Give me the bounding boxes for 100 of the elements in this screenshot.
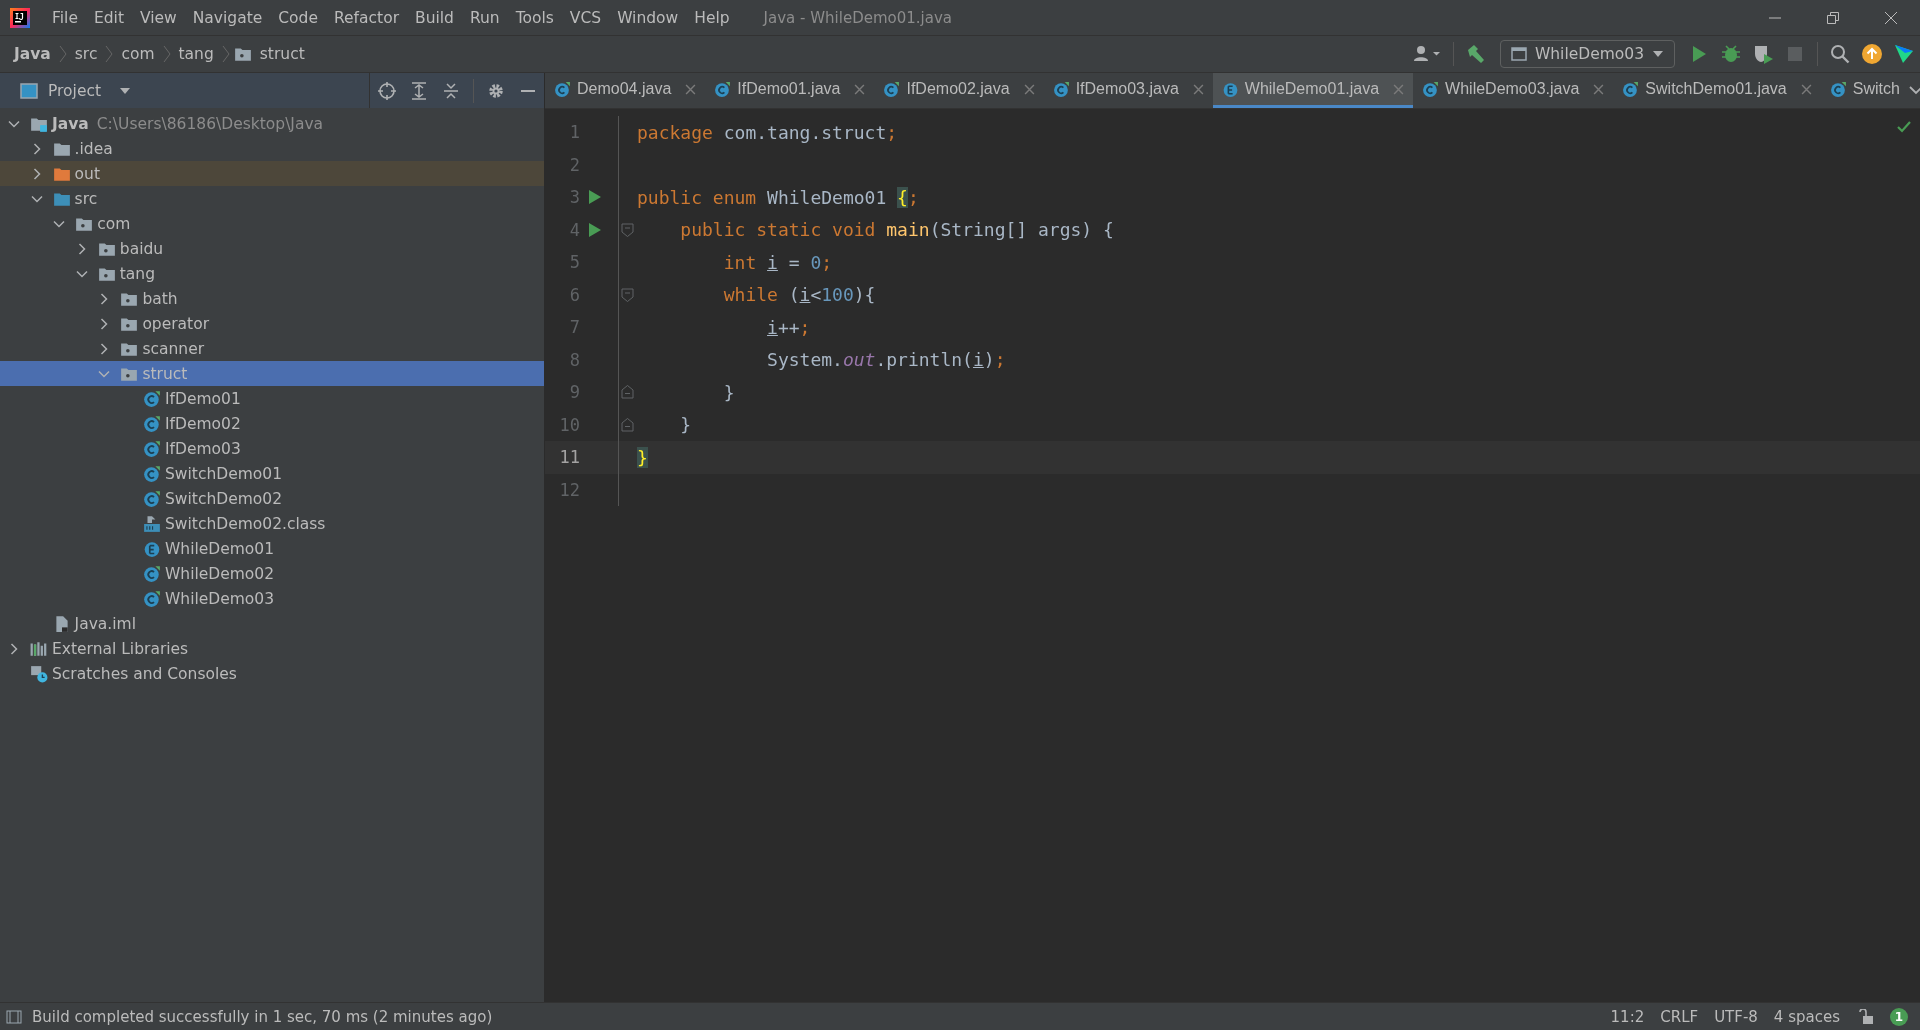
code-text: public static void main(String[] args) { bbox=[679, 219, 1114, 241]
tree-item[interactable]: SwitchDemo01 bbox=[0, 461, 544, 486]
tree-item[interactable]: com bbox=[0, 211, 544, 236]
locate-icon[interactable] bbox=[378, 81, 396, 100]
editor-tab[interactable]: IfDemo02.java bbox=[874, 73, 1044, 108]
update-icon[interactable] bbox=[1861, 43, 1883, 65]
tree-item[interactable]: Java.iml bbox=[0, 611, 544, 636]
tree-item[interactable]: src bbox=[0, 186, 544, 211]
class-icon bbox=[554, 80, 571, 98]
breadcrumb[interactable]: struct bbox=[255, 45, 309, 63]
menu-item[interactable]: Build bbox=[407, 8, 462, 27]
bug-icon[interactable] bbox=[1720, 43, 1742, 65]
class-icon bbox=[143, 439, 161, 458]
status-item[interactable]: 11:2 bbox=[1610, 1007, 1645, 1026]
line-number: 8 bbox=[568, 349, 580, 370]
tree-item[interactable]: WhileDemo01 bbox=[0, 536, 544, 561]
menu-item[interactable]: Tools bbox=[507, 8, 562, 27]
tree-item[interactable]: WhileDemo03 bbox=[0, 586, 544, 611]
breadcrumb[interactable]: com bbox=[117, 45, 159, 63]
breadcrumb[interactable]: tang bbox=[174, 45, 218, 63]
tree-item[interactable]: out bbox=[0, 161, 544, 186]
editor-tab[interactable]: SwitchDemo01.java bbox=[1613, 73, 1821, 108]
code-text: package com.tang.struct; bbox=[637, 121, 898, 143]
breadcrumb[interactable]: src bbox=[70, 45, 102, 63]
tree-item[interactable]: scanner bbox=[0, 336, 544, 361]
line-number: 3 bbox=[568, 187, 580, 208]
close-icon[interactable] bbox=[1593, 83, 1605, 95]
tree-item[interactable]: IfDemo03 bbox=[0, 436, 544, 461]
menu-item[interactable]: Window bbox=[609, 8, 687, 27]
menu-item[interactable]: Navigate bbox=[184, 8, 271, 27]
settings-icon[interactable] bbox=[487, 81, 505, 100]
tree-item[interactable]: baidu bbox=[0, 236, 544, 261]
run-icon[interactable] bbox=[588, 189, 602, 206]
caret-icon bbox=[1652, 50, 1664, 58]
chevron-right-icon bbox=[162, 45, 171, 63]
tree-item[interactable]: External Libraries bbox=[0, 636, 544, 661]
restore-icon[interactable] bbox=[1826, 10, 1840, 25]
run-icon[interactable] bbox=[588, 221, 602, 238]
breadcrumb[interactable]: Java bbox=[10, 45, 55, 63]
enum-icon bbox=[143, 539, 161, 558]
close-icon[interactable] bbox=[1192, 83, 1204, 95]
menu-item[interactable]: Run bbox=[461, 8, 508, 27]
panel-toggle-icon[interactable] bbox=[6, 1009, 22, 1024]
status-item[interactable]: UTF-8 bbox=[1714, 1007, 1758, 1026]
enum-icon bbox=[1221, 80, 1239, 98]
close-icon[interactable] bbox=[1800, 83, 1812, 95]
scratches-icon bbox=[30, 664, 48, 683]
toolbox-logo[interactable] bbox=[1893, 43, 1915, 65]
window-title: Java - WhileDemo01.java bbox=[763, 8, 953, 27]
line-number: 7 bbox=[568, 317, 580, 338]
editor-tab[interactable]: WhileDemo03.java bbox=[1413, 73, 1614, 108]
class-icon bbox=[143, 489, 161, 508]
tree-item[interactable]: SwitchDemo02.class bbox=[0, 511, 544, 536]
editor-tab[interactable]: WhileDemo01.java bbox=[1212, 73, 1414, 108]
chevron-right-icon[interactable] bbox=[8, 642, 20, 655]
close-icon[interactable] bbox=[1884, 10, 1898, 25]
menu-item[interactable]: File bbox=[44, 8, 86, 27]
menu-item[interactable]: Help bbox=[686, 8, 738, 27]
run-configuration-dropdown[interactable]: WhileDemo03 bbox=[1499, 40, 1675, 68]
tree-item[interactable]: tang bbox=[0, 261, 544, 286]
editor-tab[interactable]: Switch bbox=[1820, 73, 1909, 108]
tree-item[interactable]: bath bbox=[0, 286, 544, 311]
coverage-icon[interactable] bbox=[1752, 43, 1774, 65]
status-item[interactable]: CRLF bbox=[1660, 1007, 1699, 1026]
expand-all-icon[interactable] bbox=[410, 81, 428, 100]
menu-item[interactable]: View bbox=[131, 8, 185, 27]
lock-icon[interactable] bbox=[1858, 1008, 1874, 1025]
tree-item[interactable]: Java C:\Users\86186\Desktop\Java bbox=[0, 111, 544, 136]
menu-item[interactable]: VCS bbox=[561, 8, 610, 27]
class-icon bbox=[883, 80, 901, 98]
chevron-down-icon[interactable] bbox=[1908, 83, 1920, 97]
line-number: 12 bbox=[558, 479, 580, 500]
editor-tab[interactable]: IfDemo01.java bbox=[705, 73, 875, 108]
status-item[interactable]: 4 spaces bbox=[1773, 1007, 1840, 1026]
editor-tab[interactable]: IfDemo03.java bbox=[1043, 73, 1213, 108]
status-message: Build completed successfully in 1 sec, 70 ms (2 minutes ago) bbox=[32, 1007, 494, 1026]
menu-item[interactable]: Refactor bbox=[326, 8, 407, 27]
tree-item[interactable]: IfDemo01 bbox=[0, 386, 544, 411]
menu-item[interactable]: Code bbox=[270, 8, 326, 27]
menu-item[interactable]: Edit bbox=[85, 8, 132, 27]
code-text: i++; bbox=[766, 316, 811, 338]
tree-item[interactable]: Scratches and Consoles bbox=[0, 661, 544, 686]
close-icon[interactable] bbox=[685, 83, 697, 95]
tree-item[interactable]: SwitchDemo02 bbox=[0, 486, 544, 511]
fold-icon[interactable] bbox=[621, 417, 634, 432]
code-text: int i = 0; bbox=[722, 251, 833, 273]
code-text: public enum WhileDemo01 {; bbox=[637, 186, 919, 208]
tree-item[interactable]: operator bbox=[0, 311, 544, 336]
tree-item[interactable]: .idea bbox=[0, 136, 544, 161]
collapse-all-icon[interactable] bbox=[442, 81, 460, 100]
tree-item[interactable]: WhileDemo02 bbox=[0, 561, 544, 586]
editor-tab[interactable]: Demo04.java bbox=[545, 73, 706, 108]
caret-icon bbox=[119, 86, 132, 95]
fold-icon[interactable] bbox=[621, 385, 634, 400]
line-number: 5 bbox=[568, 252, 580, 273]
tree-item[interactable]: IfDemo02 bbox=[0, 411, 544, 436]
notification-badge[interactable]: 1 bbox=[1890, 1007, 1908, 1026]
search-icon[interactable] bbox=[1829, 43, 1851, 65]
close-icon[interactable] bbox=[854, 83, 866, 95]
close-icon[interactable] bbox=[1023, 83, 1035, 95]
